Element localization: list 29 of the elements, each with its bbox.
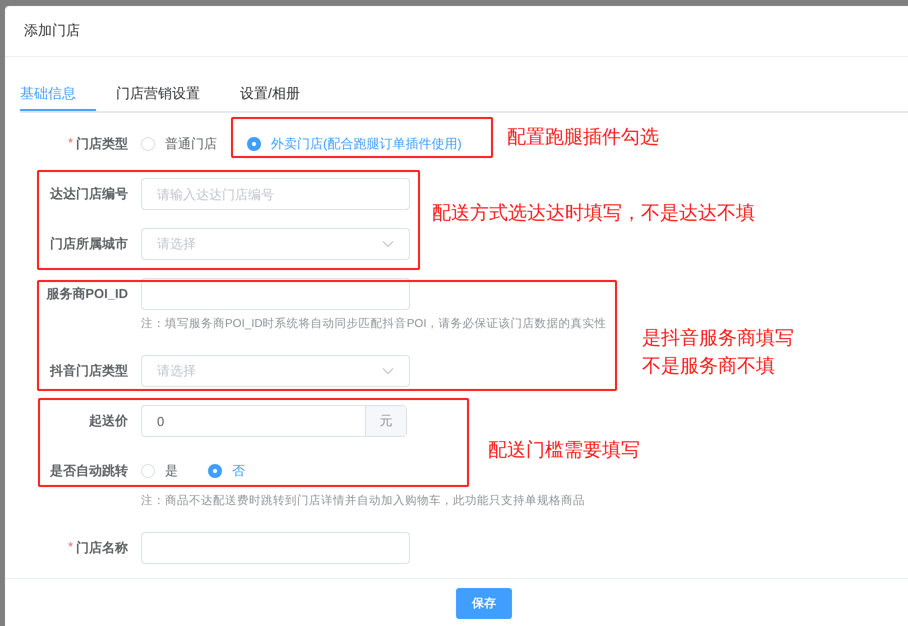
radio-option[interactable]: 是 xyxy=(141,462,178,480)
field-label: 是否自动跳转 xyxy=(50,462,128,480)
field-label: 门店名称 xyxy=(76,539,128,557)
required-mark: * xyxy=(68,135,73,152)
annotation-text: 配送门槛需要填写 xyxy=(488,439,640,463)
field-note: 注：商品不达配送费时跳转到门店详情并自动加入购物车，此功能只支持单规格商品 xyxy=(141,494,585,509)
field-label: 达达门店编号 xyxy=(50,185,128,203)
tab[interactable]: 设置/相册 xyxy=(220,75,320,111)
chevron-down-icon xyxy=(382,367,394,375)
chevron-down-icon xyxy=(382,240,394,248)
field-label: 服务商POI_ID xyxy=(46,285,128,303)
text-field[interactable] xyxy=(141,278,410,310)
radio-option[interactable]: 普通门店 xyxy=(141,135,217,153)
dialog-title: 添加门店 xyxy=(24,22,80,40)
amount-field[interactable]: 0 元 xyxy=(141,405,407,437)
annotation-text: 配置跑腿插件勾选 xyxy=(507,126,659,150)
field-note: 注：填写服务商POI_ID时系统将自动同步匹配抖音POI，请务必保证该门店数据的真实性 xyxy=(141,317,607,332)
tab[interactable]: 门店营销设置 xyxy=(96,75,220,111)
field-label: 抖音门店类型 xyxy=(50,362,128,380)
amount-input[interactable]: 0 xyxy=(142,406,365,436)
required-mark: * xyxy=(68,539,73,556)
field-label: 起送价 xyxy=(89,412,128,430)
annotation-text: 是抖音服务商填写 不是服务商不填 xyxy=(642,327,794,379)
text-field[interactable] xyxy=(141,532,410,564)
annotation-text: 配送方式选达达时填写，不是达达不填 xyxy=(432,202,755,226)
unit-label: 元 xyxy=(365,406,406,436)
field-label: 门店类型 xyxy=(76,135,128,153)
text-field[interactable]: 请输入达达门店编号 xyxy=(141,178,410,210)
field-label: 门店所属城市 xyxy=(50,235,128,253)
